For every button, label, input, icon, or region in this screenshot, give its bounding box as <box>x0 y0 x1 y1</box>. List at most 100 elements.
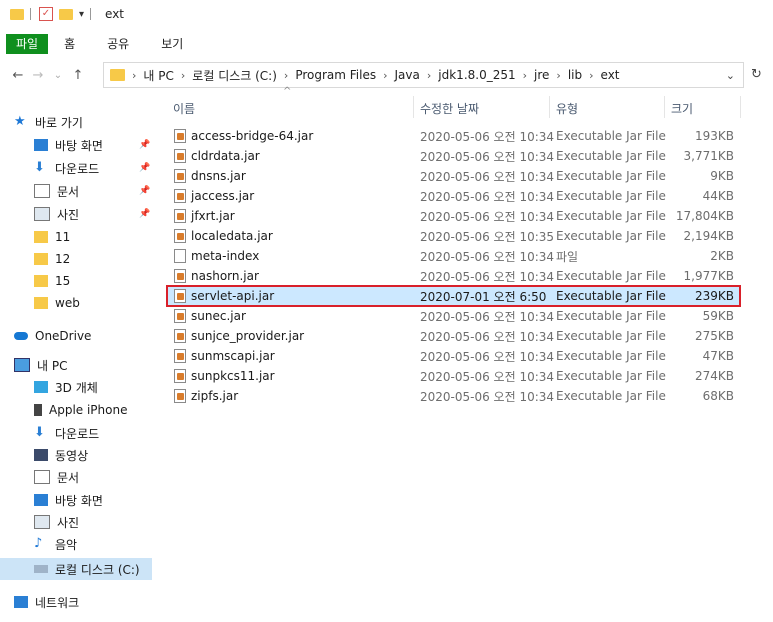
customize-quick-access-icon[interactable]: ▾ <box>79 9 84 20</box>
sidebar-item[interactable]: ⬇ 다운로드 <box>0 422 150 444</box>
sidebar-item[interactable]: ♪ 음악 <box>0 533 150 555</box>
pin-icon: 📌 <box>139 209 151 219</box>
sidebar-item[interactable]: web <box>0 292 150 314</box>
sidebar-item[interactable]: 동영상 <box>0 444 150 466</box>
file-type: Executable Jar File <box>556 209 666 223</box>
sidebar-item[interactable]: ★ 바로 가기 <box>0 111 150 133</box>
file-type: Executable Jar File <box>556 289 666 303</box>
jar-icon <box>174 149 186 163</box>
chevron-right-icon[interactable]: › <box>589 69 593 82</box>
file-row[interactable]: meta-index 2020-05-06 오전 10:34 파일 2KB <box>167 246 740 266</box>
properties-icon[interactable]: ✓ <box>39 7 53 21</box>
file-row[interactable]: jaccess.jar 2020-05-06 오전 10:34 Executable… <box>167 186 740 206</box>
document-icon <box>34 184 50 198</box>
breadcrumb-ext[interactable]: ext <box>601 68 620 82</box>
sidebar-item[interactable]: 바탕 화면 <box>0 489 150 511</box>
file-row[interactable]: localedata.jar 2020-05-06 오전 10:35 Executa… <box>167 226 740 246</box>
jar-icon <box>174 289 186 303</box>
tab-home[interactable]: 홈 <box>48 34 91 54</box>
file-name: meta-index <box>191 249 260 263</box>
new-folder-icon[interactable] <box>59 8 73 20</box>
column-header-date[interactable]: 수정한 날짜 <box>420 96 479 120</box>
sidebar-item[interactable]: 문서 📌 <box>0 180 150 202</box>
breadcrumb-local-disk[interactable]: 로컬 디스크 (C:) <box>192 67 277 84</box>
sidebar-item[interactable]: 로컬 디스크 (C:) <box>0 558 152 580</box>
sidebar-item[interactable]: 15 <box>0 270 150 292</box>
chevron-down-icon[interactable]: ⌄ <box>726 69 735 82</box>
file-type: Executable Jar File <box>556 149 666 163</box>
address-bar[interactable]: › 내 PC › 로컬 디스크 (C:) › Program Files › J… <box>103 62 744 88</box>
file-row[interactable]: sunjce_provider.jar 2020-05-06 오전 10:34 Ex… <box>167 326 740 346</box>
tab-file[interactable]: 파일 <box>6 34 49 54</box>
recent-locations-icon[interactable]: ⌄ <box>48 70 68 81</box>
file-row[interactable]: access-bridge-64.jar 2020-05-06 오전 10:34 E… <box>167 126 740 146</box>
column-divider[interactable] <box>664 96 665 118</box>
sidebar-item-label: 다운로드 <box>55 161 100 176</box>
chevron-right-icon[interactable]: › <box>383 69 387 82</box>
file-name: nashorn.jar <box>191 269 259 283</box>
refresh-icon[interactable]: ↻ <box>751 67 762 82</box>
column-header-name[interactable]: 이름 <box>173 96 195 120</box>
tab-view[interactable]: 보기 <box>145 34 199 54</box>
forward-arrow-icon[interactable]: → <box>28 68 48 83</box>
breadcrumb-java[interactable]: Java <box>395 68 420 82</box>
sidebar-item-label: 동영상 <box>55 448 89 463</box>
file-row[interactable]: sunec.jar 2020-05-06 오전 10:34 Executable J… <box>167 306 740 326</box>
file-size: 1,977KB <box>683 269 734 283</box>
sidebar-item[interactable]: 12 <box>0 248 150 270</box>
file-name: sunpkcs11.jar <box>191 369 275 383</box>
sidebar-item[interactable]: 사진 <box>0 511 150 533</box>
sidebar-item-label: Apple iPhone <box>49 403 128 417</box>
sidebar-item[interactable]: 내 PC <box>0 354 150 376</box>
back-arrow-icon[interactable]: ← <box>8 68 28 83</box>
column-divider[interactable] <box>549 96 550 118</box>
file-name: sunjce_provider.jar <box>191 329 305 343</box>
file-row[interactable]: sunpkcs11.jar 2020-05-06 오전 10:34 Executab… <box>167 366 740 386</box>
chevron-right-icon[interactable]: › <box>284 69 288 82</box>
sidebar-item[interactable]: 문서 <box>0 466 150 488</box>
up-arrow-icon[interactable]: ↑ <box>68 68 88 83</box>
sidebar-item[interactable]: 바탕 화면 📌 <box>0 134 150 156</box>
sidebar-item[interactable]: 네트워크 <box>0 591 150 613</box>
chevron-right-icon[interactable]: › <box>132 69 136 82</box>
sidebar-item[interactable]: 사진 📌 <box>0 203 150 225</box>
picture-icon <box>34 515 50 529</box>
file-modified-date: 2020-05-06 오전 10:34 <box>420 209 555 224</box>
file-row[interactable]: jfxrt.jar 2020-05-06 오전 10:34 Executable J… <box>167 206 740 226</box>
column-divider[interactable] <box>413 96 414 118</box>
breadcrumb-lib[interactable]: lib <box>568 68 582 82</box>
file-name: jfxrt.jar <box>191 209 235 223</box>
file-size: 239KB <box>694 289 734 303</box>
star-icon: ★ <box>14 114 26 129</box>
file-row[interactable]: servlet-api.jar 2020-07-01 오전 6:50 Executa… <box>166 285 741 307</box>
breadcrumb-jdk[interactable]: jdk1.8.0_251 <box>438 68 515 82</box>
title-bar: ✓ ▾ ext <box>0 0 773 28</box>
column-divider[interactable] <box>740 96 741 118</box>
file-row[interactable]: zipfs.jar 2020-05-06 오전 10:34 Executable J… <box>167 386 740 406</box>
chevron-right-icon[interactable]: › <box>523 69 527 82</box>
file-modified-date: 2020-05-06 오전 10:34 <box>420 389 555 404</box>
file-type: Executable Jar File <box>556 129 666 143</box>
file-row[interactable]: cldrdata.jar 2020-05-06 오전 10:34 Executabl… <box>167 146 740 166</box>
file-row[interactable]: dnsns.jar 2020-05-06 오전 10:34 Executable J… <box>167 166 740 186</box>
column-header-type[interactable]: 유형 <box>556 96 578 120</box>
sidebar-item[interactable]: 11 <box>0 226 150 248</box>
chevron-right-icon[interactable]: › <box>556 69 560 82</box>
sidebar-item-label: 11 <box>55 230 71 244</box>
sidebar-item[interactable]: Apple iPhone <box>0 399 150 421</box>
breadcrumb-jre[interactable]: jre <box>534 68 549 82</box>
tab-share[interactable]: 공유 <box>91 34 145 54</box>
breadcrumb-program-files[interactable]: Program Files <box>295 68 376 82</box>
sidebar-item[interactable]: OneDrive <box>0 325 150 347</box>
breadcrumb-this-pc[interactable]: 내 PC <box>143 67 173 84</box>
file-row[interactable]: nashorn.jar 2020-05-06 오전 10:34 Executable… <box>167 266 740 286</box>
chevron-right-icon[interactable]: › <box>427 69 431 82</box>
chevron-right-icon[interactable]: › <box>181 69 185 82</box>
phone-icon <box>34 404 42 416</box>
sidebar-item[interactable]: 3D 개체 <box>0 376 150 398</box>
file-modified-date: 2020-05-06 오전 10:34 <box>420 349 555 364</box>
sidebar-item[interactable]: ⬇ 다운로드 📌 <box>0 157 150 179</box>
column-header-size[interactable]: 크기 <box>671 96 693 120</box>
sidebar-item-label: OneDrive <box>35 329 92 343</box>
file-row[interactable]: sunmscapi.jar 2020-05-06 오전 10:34 Executab… <box>167 346 740 366</box>
